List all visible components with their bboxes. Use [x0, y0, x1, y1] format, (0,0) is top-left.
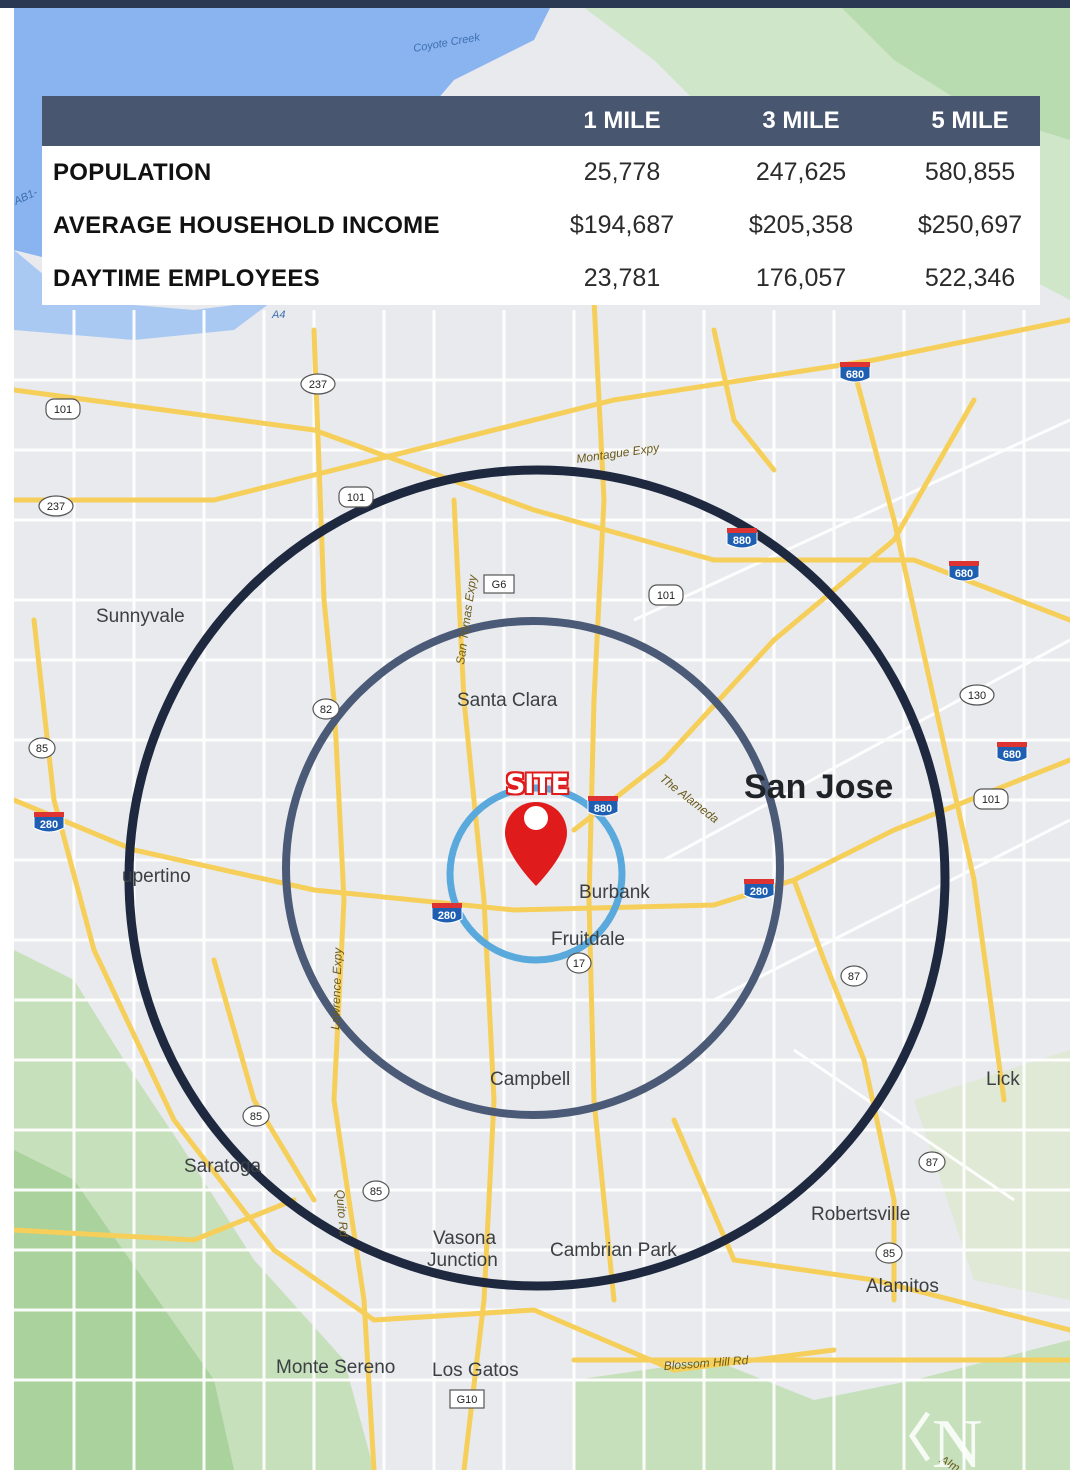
- svg-text:85: 85: [370, 1186, 382, 1198]
- lawrence-expy-label: Lawrence Expy: [328, 947, 345, 1030]
- sr87-shield: 87: [918, 1151, 946, 1173]
- svg-text:237: 237: [47, 501, 65, 513]
- row-label: DAYTIME EMPLOYEES: [53, 264, 320, 292]
- svg-text:87: 87: [848, 971, 860, 983]
- monte-sereno-label: Monte Sereno: [276, 1357, 395, 1378]
- cambrian-park-label: Cambrian Park: [550, 1240, 677, 1261]
- table-row: AVERAGE HOUSEHOLD INCOME $194,687 $205,3…: [42, 199, 1040, 252]
- cell-value: 176,057: [755, 264, 847, 292]
- svg-text:101: 101: [347, 492, 365, 504]
- svg-text:237: 237: [309, 379, 327, 391]
- svg-text:880: 880: [594, 803, 612, 815]
- svg-text:280: 280: [40, 819, 58, 831]
- top-bar: [0, 0, 1070, 8]
- svg-text:101: 101: [982, 794, 1000, 806]
- i280-shield: 280: [431, 903, 463, 924]
- svg-text:85: 85: [883, 1248, 895, 1260]
- svg-text:880: 880: [733, 535, 751, 547]
- los-gatos-label: Los Gatos: [432, 1360, 519, 1381]
- campbell-label: Campbell: [490, 1069, 570, 1090]
- table-row: DAYTIME EMPLOYEES 23,781 176,057 522,346: [42, 252, 1040, 305]
- alamitos-label: Alamitos: [866, 1276, 939, 1297]
- svg-text:280: 280: [750, 886, 768, 898]
- svg-text:87: 87: [926, 1157, 938, 1169]
- sr82-shield: 82: [312, 698, 340, 720]
- sr85-shield: 85: [242, 1105, 270, 1127]
- i680-shield: 680: [948, 561, 980, 582]
- brand-logo-letter: N: [932, 1406, 983, 1470]
- lick-label: Lick: [986, 1069, 1020, 1090]
- i880-shield: 880: [726, 528, 758, 549]
- svg-text:17: 17: [573, 958, 585, 970]
- svg-text:680: 680: [1003, 749, 1021, 761]
- us101-shield: 101: [973, 788, 1009, 810]
- cell-value: 247,625: [755, 158, 847, 186]
- demographics-table: 1 MILE 3 MILE 5 MILE POPULATION 25,778 2…: [42, 96, 1040, 305]
- robertsville-label: Robertsville: [811, 1204, 910, 1225]
- map-pin-icon[interactable]: [503, 800, 569, 890]
- svg-text:G10: G10: [457, 1394, 478, 1406]
- san-jose-label: San Jose: [744, 768, 893, 806]
- fruitdale-label: Fruitdale: [551, 929, 625, 950]
- i280-shield: 280: [743, 879, 775, 900]
- cell-value: $250,697: [917, 211, 1023, 239]
- site-label: SITE: [505, 769, 569, 800]
- svg-text:680: 680: [955, 568, 973, 580]
- row-label: POPULATION: [53, 158, 212, 186]
- cell-value: 25,778: [583, 158, 661, 186]
- saratoga-label: Saratoga: [184, 1156, 262, 1177]
- svg-text:101: 101: [657, 590, 675, 602]
- sr85-shield: 85: [875, 1242, 903, 1264]
- table-row: POPULATION 25,778 247,625 580,855: [42, 146, 1040, 199]
- cell-value: $194,687: [569, 211, 675, 239]
- us101-shield: 101: [338, 486, 374, 508]
- sr130-shield: 130: [959, 684, 995, 706]
- i680-shield: 680: [996, 742, 1028, 763]
- svg-text:G6: G6: [492, 579, 507, 591]
- sr17-shield: 17: [566, 952, 592, 974]
- vasona-label: Vasona: [433, 1228, 496, 1249]
- sr237-shield: 237: [38, 495, 74, 517]
- svg-text:85: 85: [250, 1111, 262, 1123]
- header-3-mile: 3 MILE: [762, 107, 840, 134]
- cupertino-label: upertino: [122, 866, 191, 887]
- us101-shield: 101: [648, 584, 684, 606]
- santa-clara-label: Santa Clara: [457, 690, 558, 711]
- sr237-shield: 237: [300, 373, 336, 395]
- g10-marker: G10: [449, 1389, 485, 1409]
- svg-text:85: 85: [36, 743, 48, 755]
- sr85-shield: 85: [28, 737, 56, 759]
- cell-value: 522,346: [924, 264, 1016, 292]
- us101-shield: 101: [45, 398, 81, 420]
- header-5-mile: 5 MILE: [931, 107, 1009, 134]
- table-header: 1 MILE 3 MILE 5 MILE: [42, 96, 1040, 146]
- cell-value: $205,358: [748, 211, 854, 239]
- i880-shield: 880: [587, 796, 619, 817]
- g6-marker: G6: [483, 574, 515, 594]
- sunnyvale-label: Sunnyvale: [96, 606, 185, 627]
- burbank-label: Burbank: [579, 882, 650, 903]
- svg-text:101: 101: [54, 404, 72, 416]
- svg-text:130: 130: [968, 690, 986, 702]
- i680-shield: 680: [839, 362, 871, 383]
- junction-label: Junction: [427, 1250, 498, 1271]
- a4-label: A4: [271, 309, 285, 321]
- sr87-shield: 87: [840, 965, 868, 987]
- svg-text:82: 82: [320, 704, 332, 716]
- i280-shield: 280: [33, 812, 65, 833]
- sr85-shield: 85: [362, 1180, 390, 1202]
- cell-value: 580,855: [924, 158, 1016, 186]
- row-label: AVERAGE HOUSEHOLD INCOME: [53, 211, 440, 239]
- header-1-mile: 1 MILE: [583, 107, 661, 134]
- cell-value: 23,781: [583, 264, 661, 292]
- page: Coyote Creek AB1- A4 Montague Expy San T…: [0, 0, 1070, 1470]
- svg-text:280: 280: [438, 910, 456, 922]
- svg-text:680: 680: [846, 369, 864, 381]
